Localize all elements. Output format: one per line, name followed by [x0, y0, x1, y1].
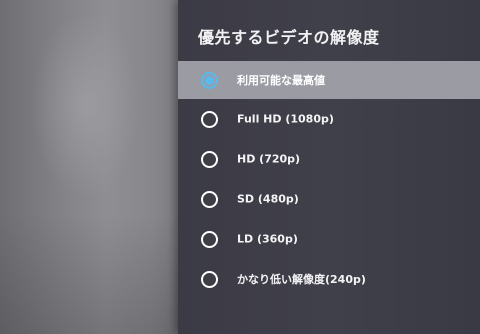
- panel-title: 優先するビデオの解像度: [198, 28, 380, 47]
- background-shade: [0, 214, 178, 334]
- resolution-option-480p[interactable]: SD (480p): [178, 179, 480, 219]
- background-figure: [30, 10, 140, 200]
- resolution-settings-panel: 優先するビデオの解像度 利用可能な最高値 Full HD (1080p) HD …: [178, 0, 480, 334]
- resolution-option-label: HD (720p): [237, 152, 301, 166]
- resolution-option-label: 利用可能な最高値: [237, 74, 325, 87]
- resolution-option-360p[interactable]: LD (360p): [178, 219, 480, 259]
- radio-unselected-icon[interactable]: [201, 231, 218, 248]
- radio-unselected-icon[interactable]: [201, 151, 218, 168]
- background-video: [0, 0, 178, 334]
- radio-unselected-icon[interactable]: [201, 191, 218, 208]
- resolution-options-list: 利用可能な最高値 Full HD (1080p) HD (720p) SD (4…: [178, 61, 480, 299]
- resolution-option-label: SD (480p): [237, 192, 299, 206]
- radio-selected-icon[interactable]: [201, 72, 218, 89]
- resolution-option-1080p[interactable]: Full HD (1080p): [178, 99, 480, 139]
- resolution-option-label: かなり低い解像度(240p): [237, 273, 366, 286]
- resolution-option-label: LD (360p): [237, 232, 298, 246]
- radio-unselected-icon[interactable]: [201, 111, 218, 128]
- resolution-option-label: Full HD (1080p): [237, 112, 334, 126]
- resolution-option-720p[interactable]: HD (720p): [178, 139, 480, 179]
- resolution-option-240p[interactable]: かなり低い解像度(240p): [178, 259, 480, 299]
- radio-unselected-icon[interactable]: [201, 271, 218, 288]
- resolution-option-highest[interactable]: 利用可能な最高値: [178, 61, 480, 99]
